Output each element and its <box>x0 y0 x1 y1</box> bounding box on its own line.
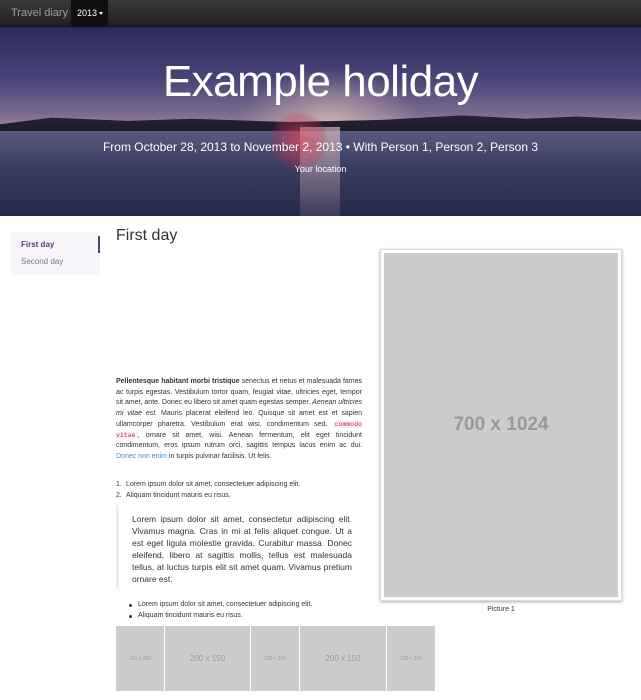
day-heading: First day <box>116 227 178 244</box>
gallery-thumbnail[interactable]: 200 x 150 <box>165 626 250 691</box>
paragraph-text: in turpis pulvinar facilisis. Ut felis. <box>166 452 272 460</box>
hero-banner: Example holiday From October 28, 2013 to… <box>0 27 641 216</box>
picture-caption: Picture 1 <box>487 606 515 613</box>
picture-frame[interactable]: 700 x 1024 <box>380 249 622 601</box>
placeholder-size-label: 700 x 1024 <box>453 414 549 435</box>
photo-gallery: 150 x 200 200 x 150 150 x 200 200 x 150 … <box>116 626 436 691</box>
gallery-thumbnail[interactable]: 150 x 200 <box>251 626 299 691</box>
blockquote: Lorem ipsum dolor sit amet, consectetur … <box>116 505 362 589</box>
list-item: 2. Aliquam tincidunt mauris eu risus. <box>116 491 362 502</box>
sidebar-item-first-day[interactable]: First day <box>11 236 100 253</box>
caret-down-icon <box>99 12 104 16</box>
list-item: Aliquam tincidunt mauris eu risus. <box>116 611 362 622</box>
list-item: 1. Lorem ipsum dolor sit amet, consectetu… <box>116 480 362 491</box>
thumbnail-size-label: 150 x 200 <box>264 655 286 662</box>
unordered-list: Lorem ipsum dolor sit amet, consectetuer… <box>116 600 362 621</box>
thumbnail-size-label: 200 x 150 <box>325 654 361 663</box>
brand-link[interactable]: Travel diary <box>11 7 68 19</box>
sidebar-item-second-day[interactable]: Second day <box>11 253 100 270</box>
top-navbar: Travel diary 2013 <box>0 0 641 27</box>
page-title: Example holiday <box>162 57 479 106</box>
list-number: 1. <box>116 481 122 488</box>
gallery-thumbnail[interactable]: 150 x 200 <box>116 626 164 691</box>
trip-location: Your location <box>294 164 347 174</box>
list-item: Lorem ipsum dolor sit amet, consectetuer… <box>116 600 362 611</box>
gallery-thumbnail[interactable]: 200 x 150 <box>300 626 386 691</box>
thumbnail-size-label: 150 x 200 <box>129 655 151 662</box>
picture-placeholder: 700 x 1024 <box>384 253 618 597</box>
bold-text: Pellentesque habitant morbi tristique <box>116 378 240 385</box>
list-number: 2. <box>116 491 122 499</box>
paragraph-text: , ornare sit amet, wisi. Aenean fermentu… <box>116 431 362 450</box>
day-sidebar: First day Second day <box>11 232 100 275</box>
thumbnail-size-label: 150 x 200 <box>400 655 422 662</box>
inline-link[interactable]: Donec non enim <box>116 453 167 460</box>
gallery-thumbnail[interactable]: 150 x 200 <box>387 626 435 691</box>
list-item-text: Lorem ipsum dolor sit amet, consectetuer… <box>126 481 301 488</box>
trip-dates: From October 28, 2013 to November 2, 201… <box>102 140 539 154</box>
year-label: 2013 <box>77 8 98 18</box>
ordered-list: 1. Lorem ipsum dolor sit amet, consectetu… <box>116 480 362 501</box>
list-item-text: Aliquam tincidunt mauris eu risus. <box>126 491 231 499</box>
body-paragraph: Pellentesque habitant morbi tristique se… <box>116 377 362 463</box>
year-dropdown[interactable]: 2013 <box>71 0 108 27</box>
thumbnail-size-label: 200 x 150 <box>189 654 226 663</box>
